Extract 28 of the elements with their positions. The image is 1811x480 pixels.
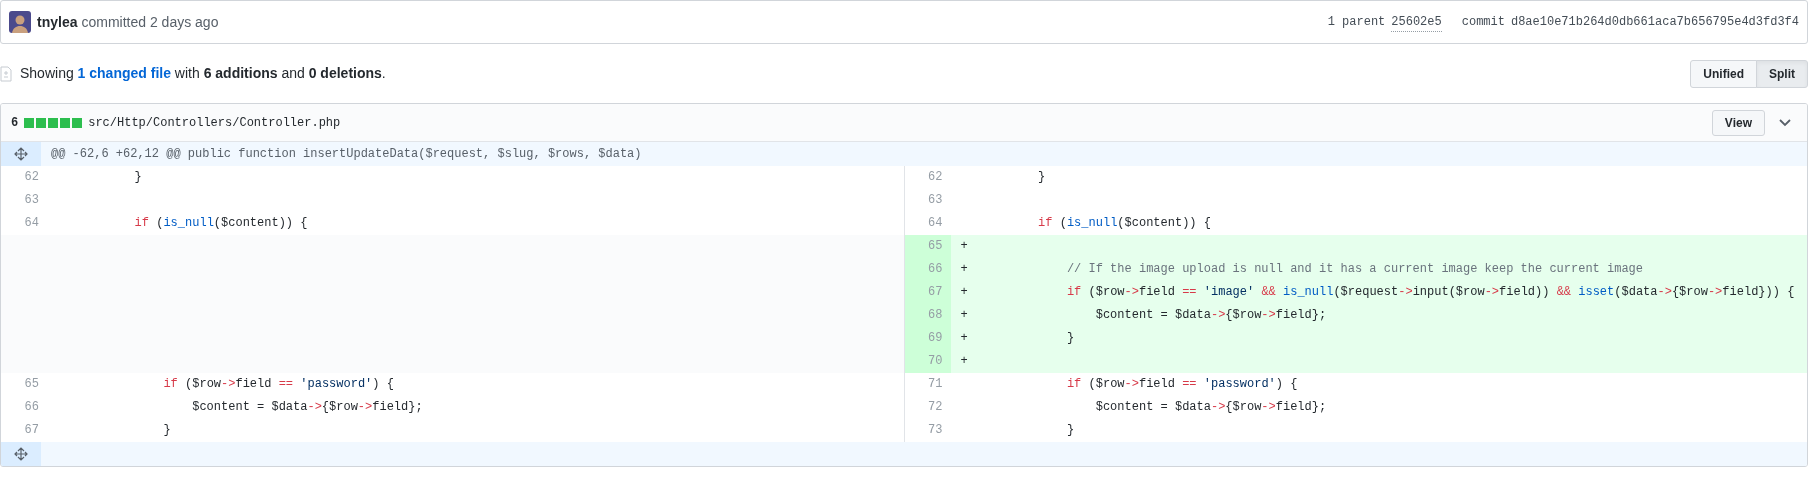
chevron-down-icon[interactable] xyxy=(1779,118,1791,127)
expander-gutter[interactable] xyxy=(1,142,41,166)
commit-label: commit xyxy=(1461,14,1505,31)
expander-gutter[interactable] xyxy=(1,442,41,466)
view-mode-tab[interactable]: Unified xyxy=(1690,59,1757,88)
line-number[interactable]: 66 xyxy=(904,258,951,281)
hunk-header: @@ -62,6 +62,12 @@ public function insertUpdateData($request, $slug, $rows, $data) xyxy=(41,142,1807,166)
view-file-button[interactable]: View xyxy=(1711,109,1765,136)
line-number[interactable]: 67 xyxy=(904,281,951,304)
file-diff-icon xyxy=(0,65,12,82)
parent-sha-link[interactable]: 25602e5 xyxy=(1391,12,1442,32)
line-number[interactable]: 65 xyxy=(904,235,951,258)
parent-count: 1 parent xyxy=(1327,14,1386,31)
changed-files-link[interactable]: 1 changed file xyxy=(77,65,171,81)
line-number[interactable]: 70 xyxy=(904,350,951,373)
author-name[interactable]: tnylea xyxy=(37,11,78,33)
diff-summary: Showing 1 changed file with 6 additions and 0 deletions. xyxy=(20,64,386,83)
line-number[interactable]: 68 xyxy=(904,304,951,327)
expand-icon[interactable] xyxy=(14,447,28,461)
diffstat-drawing xyxy=(24,117,83,128)
expand-icon[interactable] xyxy=(14,147,28,161)
commit-time: committed 2 days ago xyxy=(81,12,219,32)
avatar xyxy=(9,11,31,33)
view-mode-tab[interactable]: Split xyxy=(1756,59,1808,88)
line-number[interactable]: 69 xyxy=(904,327,951,350)
file-path[interactable]: src/Http/Controllers/Controller.php xyxy=(88,113,341,132)
change-count: 6 xyxy=(11,114,19,132)
commit-sha: d8ae10e71b264d0db661aca7b656795e4d3fd3f4 xyxy=(1510,14,1799,31)
